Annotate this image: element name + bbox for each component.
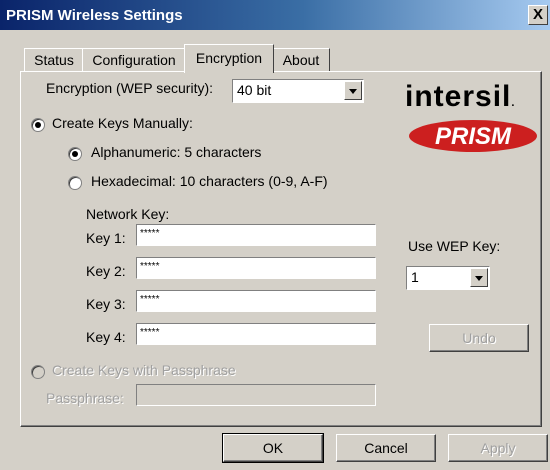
passphrase-label: Passphrase: [46, 390, 124, 406]
prism-logo: PRISM [409, 120, 537, 152]
title-bar: PRISM Wireless Settings X [0, 0, 550, 30]
use-wep-key-label: Use WEP Key: [408, 238, 501, 254]
alphanumeric-radio[interactable] [68, 147, 82, 161]
key-3-input[interactable]: ***** [136, 290, 376, 312]
undo-button[interactable]: Undo [429, 324, 529, 352]
key-4-input[interactable]: ***** [136, 323, 376, 345]
encryption-label: Encryption (WEP security): [46, 80, 214, 96]
key-2-label: Key 2: [86, 263, 126, 279]
network-key-label: Network Key: [86, 206, 170, 222]
tab-configuration[interactable]: Configuration [82, 48, 186, 71]
intersil-logo: intersil. [405, 80, 516, 113]
passphrase-input[interactable] [136, 384, 376, 406]
key-4-label: Key 4: [86, 329, 126, 345]
cancel-button[interactable]: Cancel [336, 434, 436, 462]
tab-encryption[interactable]: Encryption [184, 44, 274, 73]
hexadecimal-radio[interactable] [68, 176, 82, 190]
chevron-down-icon[interactable] [470, 268, 488, 287]
key-1-input[interactable]: ***** [136, 224, 376, 246]
key-3-label: Key 3: [86, 296, 126, 312]
create-keys-manually-label: Create Keys Manually: [52, 115, 193, 131]
tab-status[interactable]: Status [24, 48, 84, 71]
use-wep-key-select[interactable]: 1 [406, 266, 490, 290]
close-button[interactable]: X [528, 5, 548, 25]
tab-about[interactable]: About [272, 48, 330, 71]
apply-button[interactable]: Apply [448, 434, 548, 462]
alphanumeric-label: Alphanumeric: 5 characters [91, 144, 262, 160]
ok-button[interactable]: OK [222, 433, 324, 463]
create-keys-manually-radio[interactable] [31, 118, 45, 132]
chevron-down-icon[interactable] [344, 81, 362, 100]
create-keys-passphrase-label: Create Keys with Passphrase [52, 362, 236, 378]
encryption-select[interactable]: 40 bit [232, 79, 364, 103]
use-wep-key-value: 1 [411, 269, 419, 285]
hexadecimal-label: Hexadecimal: 10 characters (0-9, A-F) [91, 173, 328, 189]
window-title: PRISM Wireless Settings [6, 7, 183, 24]
encryption-select-value: 40 bit [237, 82, 272, 98]
key-1-label: Key 1: [86, 230, 126, 246]
key-2-input[interactable]: ***** [136, 257, 376, 279]
create-keys-passphrase-radio[interactable] [31, 365, 45, 379]
svg-text:PRISM: PRISM [435, 123, 512, 150]
